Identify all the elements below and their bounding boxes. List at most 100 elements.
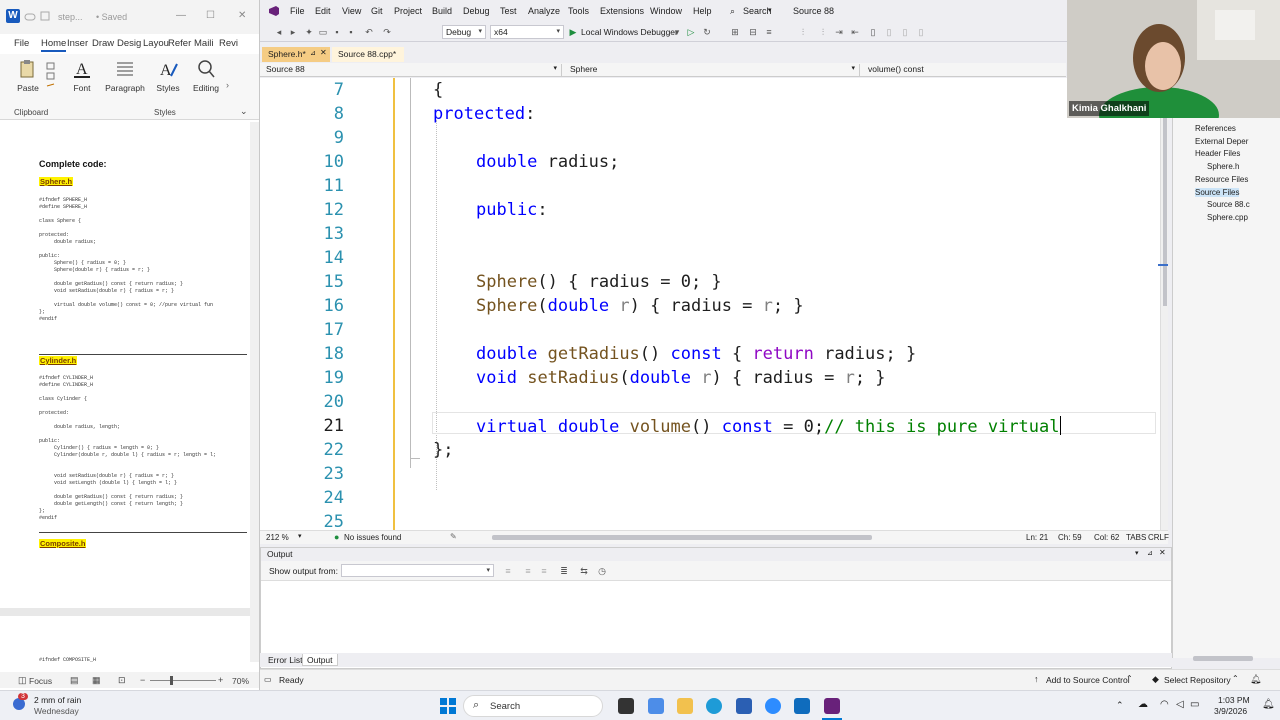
store-icon[interactable] — [736, 698, 752, 714]
scrollbar-thumb[interactable] — [1163, 86, 1167, 306]
zoom-level[interactable]: 70% — [232, 676, 249, 686]
tab-output[interactable]: Output — [302, 654, 338, 666]
ribbon-tab-draw[interactable]: Draw — [92, 38, 114, 49]
platform-dropdown[interactable]: x64 ▾ — [490, 25, 564, 39]
project-dropdown[interactable]: Source 88 ▾ — [260, 64, 562, 76]
word-scrollbar[interactable] — [250, 122, 259, 662]
member-dropdown[interactable]: volume() const — [862, 64, 1066, 76]
tabs-mode[interactable]: TABS — [1126, 533, 1146, 542]
paste-button[interactable]: Paste — [14, 58, 42, 93]
minimize-icon[interactable]: — — [176, 10, 186, 21]
editing-button[interactable]: Editing — [190, 58, 222, 93]
code-line[interactable]: double radius; — [476, 152, 619, 172]
zoom-slider[interactable] — [150, 680, 216, 681]
save-all-icon[interactable]: ▪ — [346, 27, 356, 37]
solution-item[interactable]: Header Files — [1195, 149, 1240, 158]
search-icon[interactable]: ⌕ — [730, 6, 735, 17]
code-cleanup-icon[interactable]: ✎ — [450, 532, 457, 541]
menu-tools[interactable]: Tools — [568, 6, 589, 16]
ribbon-tab-layout[interactable]: Layou — [143, 38, 169, 49]
zoom-level[interactable]: 212 % — [266, 533, 289, 542]
solution-item[interactable]: Resource Files — [1195, 175, 1248, 184]
notification-bell-icon[interactable]: 🔔︎ — [1250, 674, 1261, 685]
taskbar-search[interactable]: ⌕ Search — [463, 695, 603, 717]
clear-all-icon[interactable]: ≣ — [559, 566, 569, 576]
ribbon-tab-mailings[interactable]: Maili — [194, 38, 214, 49]
ribbon-tab-references[interactable]: Refer — [168, 38, 191, 49]
solution-item[interactable]: Source 88.c — [1207, 200, 1250, 209]
ribbon-tab-insert[interactable]: Inser — [67, 38, 88, 49]
collapse-ribbon-icon[interactable]: ⌄ — [240, 106, 248, 117]
code-line[interactable]: Sphere() { radius = 0; } — [476, 272, 722, 292]
tab-sphere-h[interactable]: Sphere.h* ⊿ ✕ — [262, 47, 330, 62]
word-wrap-icon[interactable]: ⇆ — [579, 566, 589, 576]
select-repository[interactable]: Select Repository — [1164, 675, 1231, 685]
menu-git[interactable]: Git — [371, 6, 383, 16]
word-document[interactable]: Complete code: Sphere.h #ifndef SPHERE_H… — [0, 122, 250, 663]
next-message-icon[interactable]: ≡ — [539, 566, 549, 576]
chevron-up-icon[interactable]: ⌃ — [1126, 674, 1133, 683]
focus-icon[interactable]: ◫ — [18, 675, 27, 686]
weather-widget-icon[interactable]: 3 — [10, 693, 28, 713]
timestamp-icon[interactable]: ◷ — [597, 566, 607, 576]
zoom-out-icon[interactable]: − — [140, 675, 145, 685]
start-icon[interactable] — [440, 698, 456, 714]
file-explorer-icon[interactable] — [677, 698, 693, 714]
code-line[interactable]: double getRadius() const { return radius… — [476, 344, 916, 364]
prev-bookmark-icon[interactable]: ▯ — [884, 27, 894, 37]
maximize-icon[interactable]: ☐ — [206, 10, 215, 21]
bookmark-icon[interactable]: ▯ — [868, 27, 878, 37]
uncomment-icon[interactable]: ⫶ — [818, 27, 828, 37]
web-layout-icon[interactable]: ⊡ — [118, 675, 126, 686]
code-line[interactable]: }; — [433, 440, 453, 460]
zoom-in-icon[interactable]: + — [218, 675, 223, 685]
solution-item[interactable]: Source Files — [1195, 187, 1240, 197]
new-item-icon[interactable]: ✦ — [304, 27, 314, 37]
search-chevron-icon[interactable]: ▾ — [768, 6, 772, 14]
toolbox-icon[interactable]: ⊞ — [730, 27, 740, 37]
scope-dropdown[interactable]: Sphere ▾ — [564, 64, 860, 76]
ribbon-more-icon[interactable]: › — [226, 80, 229, 90]
code-editor[interactable]: 7 {8 protected: 9 10 double radius; 11 12 public… — [260, 78, 1160, 530]
code-line[interactable]: Sphere(double r) { radius = r; } — [476, 296, 804, 316]
menu-view[interactable]: View — [342, 6, 361, 16]
pin-icon[interactable]: ⊿ — [1147, 549, 1153, 557]
clear-bookmarks-icon[interactable]: ▯ — [916, 27, 926, 37]
pin-icon[interactable]: ⊿ — [310, 49, 316, 57]
paragraph-button[interactable]: Paragraph — [104, 58, 146, 93]
menu-help[interactable]: Help — [693, 6, 712, 16]
notification-bell-icon[interactable]: 🔔︎ — [1262, 699, 1275, 710]
menu-edit[interactable]: Edit — [315, 6, 331, 16]
config-dropdown[interactable]: Debug ▾ — [442, 25, 486, 39]
tab-error-list[interactable]: Error List — [264, 654, 306, 666]
menu-build[interactable]: Build — [432, 6, 452, 16]
ribbon-tab-design[interactable]: Desig — [117, 38, 141, 49]
ribbon-tab-file[interactable]: File — [14, 38, 29, 49]
clock-date[interactable]: 3/9/2026 — [1214, 706, 1247, 716]
find-message-icon[interactable]: ≡ — [503, 566, 513, 576]
run-label[interactable]: Local Windows Debugger — [581, 27, 678, 37]
solution-item[interactable]: Sphere.h — [1207, 162, 1239, 171]
wifi-icon[interactable]: ◠ — [1160, 699, 1169, 710]
weather-day[interactable]: Wednesday — [34, 706, 79, 716]
indent-icon[interactable]: ⇥ — [834, 27, 844, 37]
back-icon[interactable]: ◂ — [274, 27, 284, 37]
read-mode-icon[interactable]: ▤ — [70, 675, 79, 686]
start-without-debug-icon[interactable]: ▷ — [686, 27, 696, 37]
code-line[interactable]: { — [433, 80, 443, 100]
menu-test[interactable]: Test — [500, 6, 517, 16]
task-view-icon[interactable] — [618, 698, 634, 714]
save-icon[interactable]: ▪ — [332, 27, 342, 37]
ribbon-tab-review[interactable]: Revi — [219, 38, 238, 49]
print-layout-icon[interactable]: ▦ — [92, 675, 101, 686]
weather-temp[interactable]: 2 mm of rain — [34, 695, 81, 705]
run-chevron-icon[interactable]: ▾ — [672, 27, 682, 37]
start-debug-icon[interactable]: ▶ — [568, 27, 578, 37]
outlook-icon[interactable] — [794, 698, 810, 714]
solution-item[interactable]: References — [1195, 124, 1236, 133]
code-line[interactable]: void setRadius(double r) { radius = r; } — [476, 368, 886, 388]
ribbon-tab-home[interactable]: Home — [41, 38, 67, 52]
solution-item[interactable]: External Deper — [1195, 137, 1248, 146]
volume-icon[interactable]: ◁ — [1176, 699, 1184, 710]
menu-window[interactable]: Window — [650, 6, 682, 16]
